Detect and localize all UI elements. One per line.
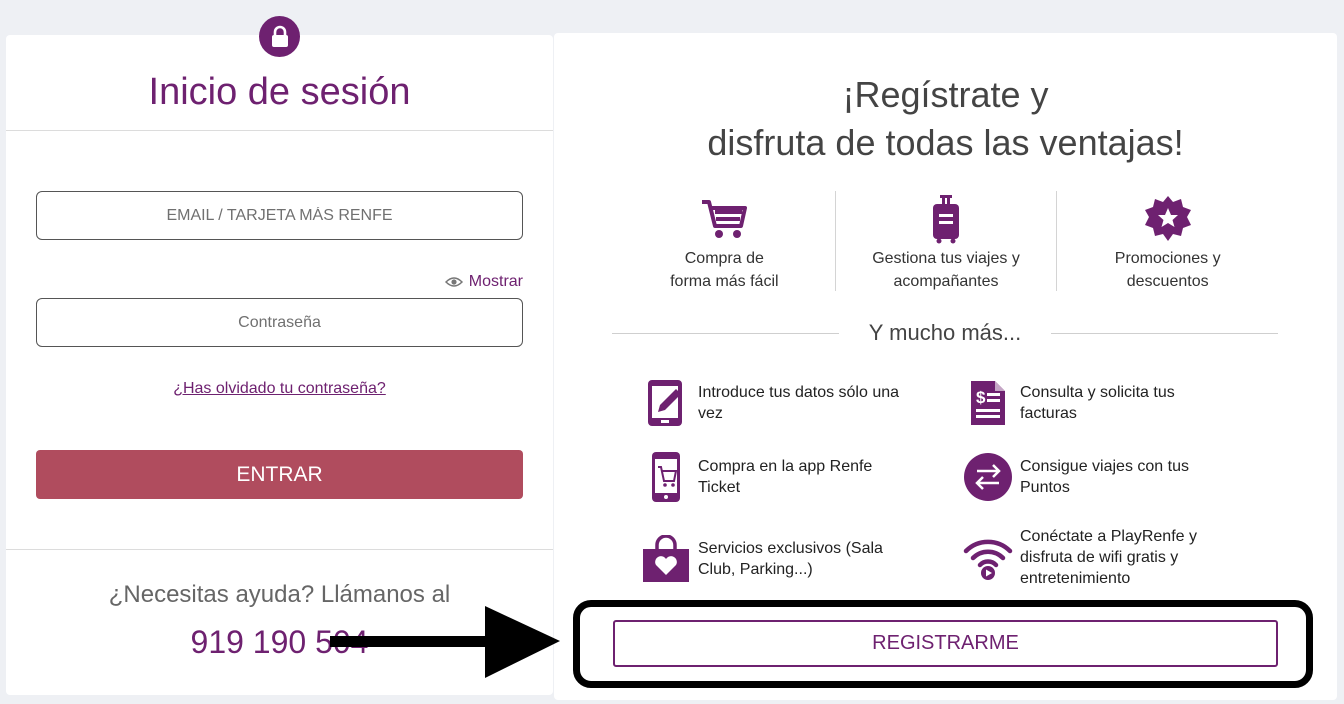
bag-heart-icon [636, 531, 696, 587]
divider [612, 332, 839, 334]
feature-text: Compra en la app Renfe Ticket [698, 458, 873, 496]
benefit-line: forma más fácil [670, 273, 779, 290]
feature-text: Conéctate a PlayRenfe y disfruta de wifi… [1020, 528, 1197, 587]
forgot-password-link[interactable]: ¿Has olvidado tu contraseña? [6, 380, 553, 398]
annotation-arrow-icon [330, 606, 560, 678]
eye-icon [444, 277, 463, 287]
register-title: ¡Regístrate y disfruta de todas las vent… [554, 71, 1337, 167]
register-title-line2: disfruta de todas las ventajas! [707, 122, 1184, 163]
divider [1051, 332, 1278, 334]
divider [6, 549, 553, 550]
register-button[interactable]: REGISTRARME [613, 620, 1278, 667]
benefits-row: Compra de forma más fácil Gestiona tus v… [614, 191, 1278, 293]
show-password-label: Mostrar [468, 273, 523, 290]
email-input[interactable] [36, 191, 523, 240]
lock-icon [259, 16, 300, 57]
exchange-arrows-icon [958, 449, 1018, 505]
benefit-line: acompañantes [893, 273, 999, 290]
login-panel: Inicio de sesión Mostrar ¿Has olvidado t… [6, 35, 553, 695]
shopping-cart-icon [699, 191, 749, 247]
benefit-item: Promociones y descuentos [1057, 191, 1278, 293]
feature-item: Compra en la app Renfe Ticket [636, 449, 913, 505]
feature-item: Consigue viajes con tus Puntos [958, 449, 1235, 505]
luggage-icon [930, 191, 962, 247]
more-label: Y mucho más... [868, 320, 1022, 345]
benefit-line: Promociones y [1114, 250, 1221, 267]
login-title: Inicio de sesión [148, 71, 411, 113]
password-input[interactable] [36, 298, 523, 347]
feature-text: Servicios exclusivos (Sala Club, Parking… [698, 540, 883, 578]
benefit-line: Gestiona tus viajes y [872, 250, 1020, 267]
benefit-item: Compra de forma más fácil [614, 191, 835, 293]
invoice-icon: $ [958, 375, 1018, 431]
show-password-toggle[interactable]: Mostrar [444, 273, 523, 291]
enter-button[interactable]: ENTRAR [36, 450, 523, 499]
benefit-line: Compra de [684, 250, 764, 267]
edit-tablet-icon [636, 375, 696, 431]
feature-item: Servicios exclusivos (Sala Club, Parking… [636, 531, 913, 587]
svg-text:$: $ [976, 388, 986, 407]
benefit-line: descuentos [1126, 273, 1209, 290]
register-panel: ¡Regístrate y disfruta de todas las vent… [554, 33, 1337, 700]
star-badge-icon [1144, 191, 1192, 247]
feature-item: Conéctate a PlayRenfe y disfruta de wifi… [958, 526, 1235, 589]
register-title-line1: ¡Regístrate y [842, 74, 1049, 115]
wifi-play-icon [958, 530, 1018, 586]
feature-text: Introduce tus datos sólo una vez [698, 384, 900, 422]
feature-item: Introduce tus datos sólo una vez [636, 375, 913, 431]
feature-text: Consigue viajes con tus Puntos [1020, 458, 1189, 496]
feature-item: $ Consulta y solicita tus facturas [958, 375, 1235, 431]
divider [6, 130, 553, 131]
more-separator: Y mucho más... [612, 320, 1278, 346]
mobile-cart-icon [636, 449, 696, 505]
feature-text: Consulta y solicita tus facturas [1020, 384, 1175, 422]
benefit-item: Gestiona tus viajes y acompañantes [836, 191, 1057, 293]
